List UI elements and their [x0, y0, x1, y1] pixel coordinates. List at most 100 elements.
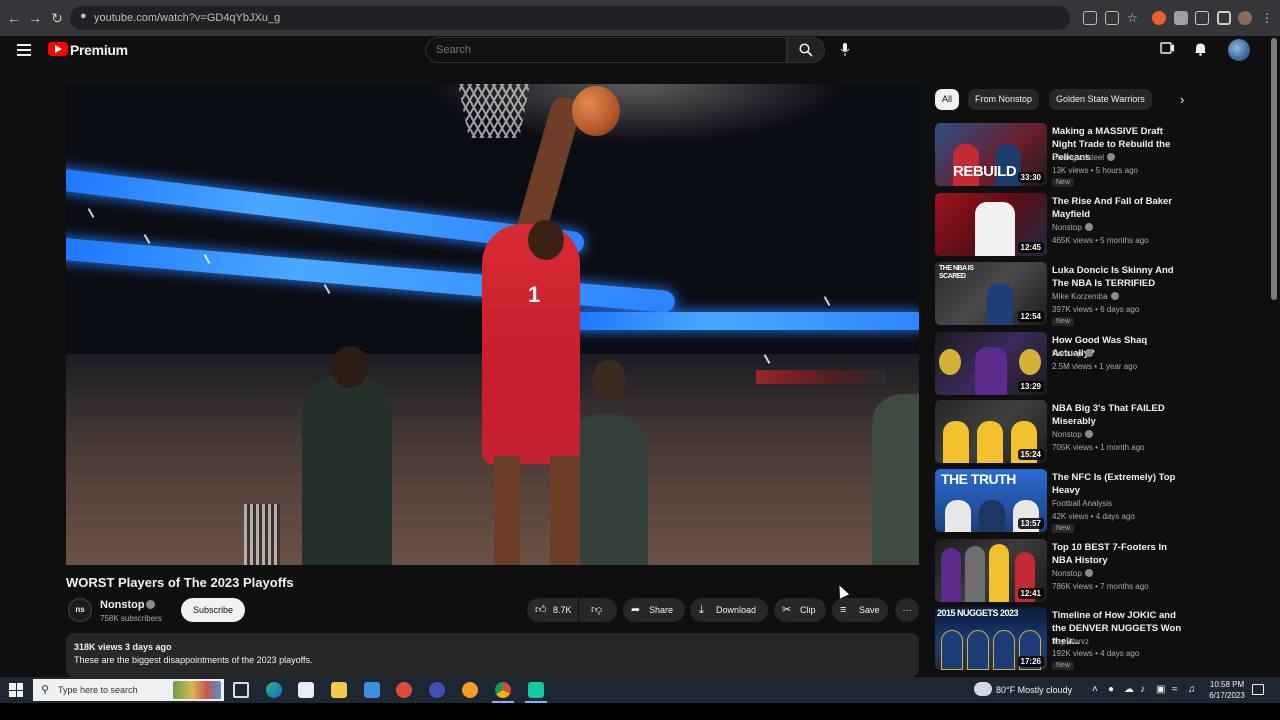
share-button[interactable]: ➦ Share: [623, 598, 685, 622]
thumbs-down-icon: 👎︎: [591, 604, 603, 616]
trophy-icon: [1019, 349, 1041, 375]
recommendation-item[interactable]: REBUILD 33:30 Making a MASSIVE Draft Nig…: [935, 123, 1190, 187]
video-thumbnail[interactable]: 2015 NUGGETS 2023 17:26: [935, 607, 1047, 670]
google-lens-icon[interactable]: [1083, 11, 1097, 25]
tray-app-icon[interactable]: ▣: [1156, 684, 1165, 695]
clip-button[interactable]: ✂ Clip: [774, 598, 826, 622]
channel-avatar[interactable]: ns: [68, 598, 92, 622]
confetti: [143, 234, 151, 244]
recommendation-title[interactable]: Luka Doncic Is Skinny And The NBA Is TER…: [1052, 264, 1187, 290]
extensions-puzzle-icon[interactable]: [1174, 11, 1188, 25]
app-icon[interactable]: [462, 682, 478, 698]
chrome-browser-icon[interactable]: [495, 682, 511, 698]
search-box[interactable]: [425, 37, 787, 63]
chevron-right-icon[interactable]: ›: [1180, 92, 1184, 107]
search-highlight-image: [173, 681, 221, 699]
chevron-up-icon[interactable]: ˄: [1092, 684, 1098, 695]
recommendation-title[interactable]: The NFC Is (Extremely) Top Heavy: [1052, 471, 1187, 497]
video-thumbnail[interactable]: THE NBA IS SCARED 12:54: [935, 262, 1047, 325]
menu-icon[interactable]: [17, 44, 31, 56]
subscriber-count: 758K subscribers: [100, 614, 162, 623]
weather-cloud-icon[interactable]: [974, 682, 992, 696]
mail-icon[interactable]: [364, 682, 380, 698]
share-label: Share: [649, 605, 674, 615]
video-thumbnail[interactable]: 12:41: [935, 539, 1047, 602]
video-player[interactable]: 1: [66, 84, 919, 565]
recommendation-item[interactable]: 15:24 NBA Big 3's That FAILED Miserably …: [935, 400, 1190, 464]
edge-browser-icon[interactable]: [266, 682, 282, 698]
tray-app-icon[interactable]: ●: [1108, 684, 1114, 695]
notifications-bell-icon[interactable]: [1192, 42, 1208, 58]
basketball: [572, 86, 620, 136]
dislike-button[interactable]: 👎︎: [579, 598, 617, 622]
video-thumbnail[interactable]: 12:45: [935, 193, 1047, 256]
profile-avatar-icon[interactable]: [1238, 11, 1252, 25]
video-thumbnail[interactable]: REBUILD 33:30: [935, 123, 1047, 186]
description-box[interactable]: 318K views 3 days ago These are the bigg…: [66, 633, 919, 677]
clock-date[interactable]: 6/17/2023: [1207, 691, 1247, 700]
video-thumbnail[interactable]: THE TRUTH 13:57: [935, 469, 1047, 532]
chip-all[interactable]: All: [935, 89, 960, 110]
dunking-player: [482, 224, 580, 464]
download-label: Download: [716, 605, 757, 615]
create-video-icon[interactable]: [1159, 42, 1175, 58]
like-button[interactable]: 👍︎ 8.7K: [527, 598, 578, 622]
back-icon[interactable]: ←: [6, 10, 22, 26]
task-view-icon[interactable]: [233, 682, 249, 698]
app-icon[interactable]: [528, 682, 544, 698]
forward-icon[interactable]: →: [27, 10, 43, 26]
app-icon[interactable]: [396, 682, 412, 698]
taskbar-search[interactable]: ⚲ Type here to search: [33, 679, 224, 701]
clock-time[interactable]: 10:58 PM: [1207, 680, 1247, 689]
bookmark-star-icon[interactable]: ☆: [1127, 11, 1141, 25]
youtube-logo-icon[interactable]: [48, 42, 68, 56]
recommendation-item[interactable]: 2015 NUGGETS 2023 17:26 Timeline of How …: [935, 607, 1190, 671]
extension-fox-icon[interactable]: [1152, 11, 1166, 25]
recommendation-title[interactable]: Top 10 BEST 7-Footers In NBA History: [1052, 541, 1187, 567]
recommendation-title[interactable]: The Rise And Fall of Baker Mayfield: [1052, 195, 1187, 221]
side-panel-icon[interactable]: [1217, 11, 1231, 25]
recommendation-title[interactable]: NBA Big 3's That FAILED Miserably: [1052, 402, 1187, 428]
chip-golden-state-warriors[interactable]: Golden State Warriors: [1049, 89, 1152, 110]
recommendation-item[interactable]: THE NBA IS SCARED 12:54 Luka Doncic Is S…: [935, 262, 1190, 326]
thumbnail-figure: [965, 546, 985, 602]
recommendation-item[interactable]: THE TRUTH 13:57 The NFC Is (Extremely) T…: [935, 469, 1190, 533]
voice-search-button[interactable]: [832, 37, 858, 63]
save-button[interactable]: ≡ Save: [832, 598, 888, 622]
wifi-icon[interactable]: ≈: [1172, 684, 1178, 695]
microphone-icon[interactable]: ♪: [1140, 684, 1145, 695]
weather-text[interactable]: 80°F Mostly cloudy: [996, 685, 1072, 695]
share-page-icon[interactable]: [1105, 11, 1119, 25]
search-button[interactable]: [787, 37, 825, 63]
channel-name: Sixringsofsteel: [1052, 153, 1105, 162]
channel-name[interactable]: Nonstop: [100, 599, 145, 611]
onedrive-cloud-icon[interactable]: ☁: [1124, 684, 1134, 695]
taskbar-search-placeholder: Type here to search: [58, 685, 138, 695]
video-duration: 17:26: [1017, 656, 1044, 667]
notification-center-icon[interactable]: [1252, 684, 1264, 695]
brand-label[interactable]: Premium: [70, 42, 128, 58]
download-button[interactable]: ⤓ Download: [690, 598, 768, 622]
recommendation-item[interactable]: 12:45 The Rise And Fall of Baker Mayfiel…: [935, 193, 1190, 257]
browser-menu-icon[interactable]: ⋮: [1260, 11, 1274, 25]
windows-start-icon[interactable]: [9, 683, 23, 697]
address-bar[interactable]: ● youtube.com/watch?v=GD4qYbJXu_g: [70, 6, 1070, 30]
video-thumbnail[interactable]: 15:24: [935, 400, 1047, 463]
recommendation-item[interactable]: 13:29 How Good Was Shaq Actually? Nonsto…: [935, 332, 1190, 396]
recommendation-item[interactable]: 12:41 Top 10 BEST 7-Footers In NBA Histo…: [935, 539, 1190, 603]
reading-list-icon[interactable]: [1195, 11, 1209, 25]
subscribe-button[interactable]: Subscribe: [181, 598, 245, 622]
video-thumbnail[interactable]: 13:29: [935, 332, 1047, 395]
search-input[interactable]: [436, 44, 776, 56]
defender-player: [872, 394, 919, 565]
chip-from-nonstop[interactable]: From Nonstop: [968, 89, 1040, 110]
more-actions-button[interactable]: ⋯: [895, 598, 919, 622]
reload-icon[interactable]: ↻: [49, 10, 65, 26]
app-icon[interactable]: [429, 682, 445, 698]
file-explorer-icon[interactable]: [331, 682, 347, 698]
volume-icon[interactable]: ♫: [1188, 684, 1196, 695]
account-avatar[interactable]: [1228, 39, 1250, 61]
page-scrollbar[interactable]: [1271, 38, 1277, 300]
microsoft-store-icon[interactable]: [298, 682, 314, 698]
video-title: WORST Players of The 2023 Playoffs: [66, 575, 294, 590]
